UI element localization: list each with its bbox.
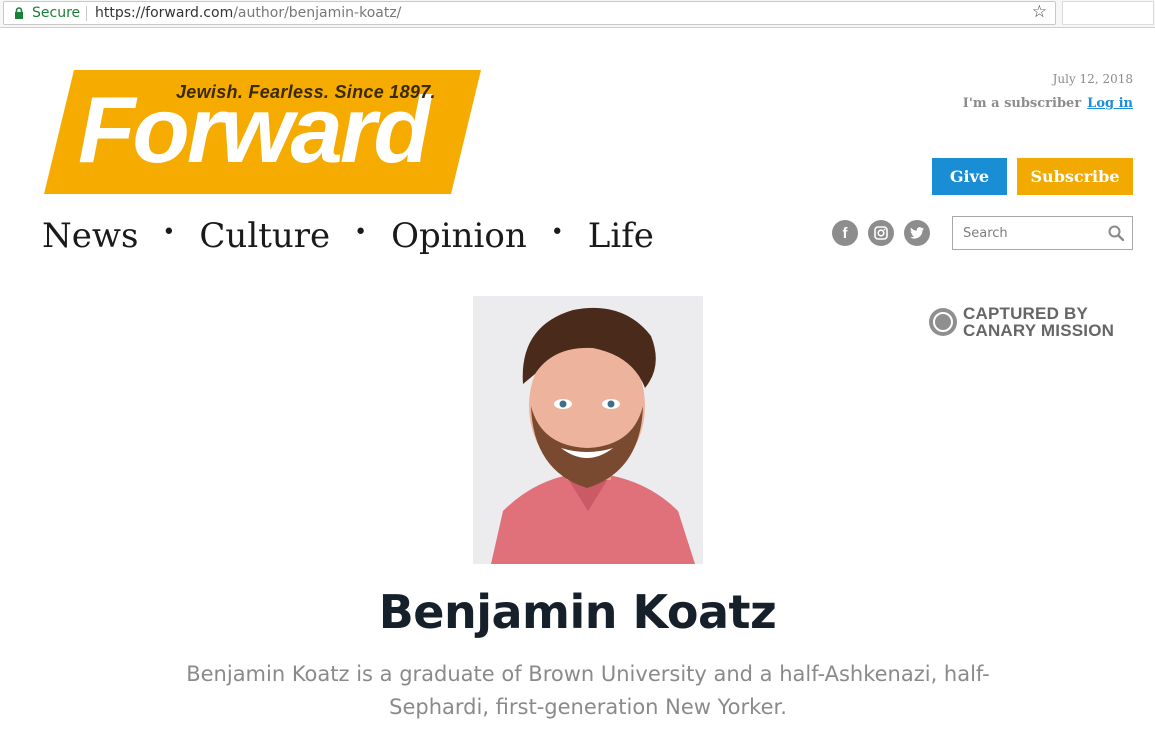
- secure-label: Secure: [32, 5, 81, 21]
- facebook-glyph: f: [842, 224, 848, 242]
- author-bio: Benjamin Koatz is a graduate of Brown Un…: [186, 662, 990, 719]
- browser-address-bar: Secure https://forward.com/author/benjam…: [0, 0, 1155, 28]
- author-name: Benjamin Koatz: [378, 585, 777, 639]
- main-nav: News • Culture • Opinion • Life: [42, 216, 654, 256]
- url-host: https://forward.com: [95, 5, 234, 21]
- canary-mission-icon: [929, 308, 957, 336]
- author-portrait-illustration: [473, 296, 703, 564]
- search-box: [952, 216, 1133, 250]
- twitter-glyph: [910, 227, 924, 239]
- current-date: July 12, 2018: [1052, 72, 1133, 86]
- captured-line-1: CAPTURED BY: [963, 304, 1088, 323]
- url-text[interactable]: https://forward.com/author/benjamin-koat…: [95, 5, 401, 21]
- search-input[interactable]: [953, 217, 1103, 249]
- instagram-icon[interactable]: [868, 220, 894, 246]
- url-separator: [86, 6, 87, 21]
- login-link[interactable]: Log in: [1087, 96, 1133, 111]
- url-path: /author/benjamin-koatz/: [233, 5, 402, 21]
- account-links: I'm a subscriber Log in: [963, 96, 1133, 111]
- subscriber-link[interactable]: I'm a subscriber: [963, 96, 1081, 111]
- captured-text: CAPTURED BY CANARY MISSION: [963, 305, 1114, 339]
- extension-area[interactable]: [1062, 1, 1154, 25]
- nav-item-opinion[interactable]: Opinion: [391, 216, 527, 256]
- give-button[interactable]: Give: [932, 158, 1007, 195]
- subscribe-button[interactable]: Subscribe: [1017, 158, 1133, 195]
- instagram-glyph: [874, 226, 888, 240]
- nav-separator: •: [550, 219, 564, 245]
- twitter-icon[interactable]: [904, 220, 930, 246]
- author-photo: [473, 296, 703, 564]
- nav-separator: •: [162, 219, 176, 245]
- lock-icon: [15, 7, 23, 19]
- search-icon[interactable]: [1108, 225, 1124, 241]
- facebook-icon[interactable]: f: [832, 220, 858, 246]
- nav-separator: •: [354, 219, 368, 245]
- nav-item-culture[interactable]: Culture: [199, 216, 330, 256]
- url-box[interactable]: Secure https://forward.com/author/benjam…: [3, 1, 1056, 25]
- nav-item-life[interactable]: Life: [588, 216, 654, 256]
- nav-item-news[interactable]: News: [42, 216, 138, 256]
- captured-badge: CAPTURED BY CANARY MISSION: [929, 305, 1114, 339]
- logo-tagline: Jewish. Fearless. Since 1897.: [176, 82, 436, 102]
- bookmark-star-icon[interactable]: ☆: [1032, 2, 1047, 22]
- canary-mission-icon-ring: [933, 312, 953, 332]
- captured-line-2: CANARY MISSION: [963, 321, 1115, 340]
